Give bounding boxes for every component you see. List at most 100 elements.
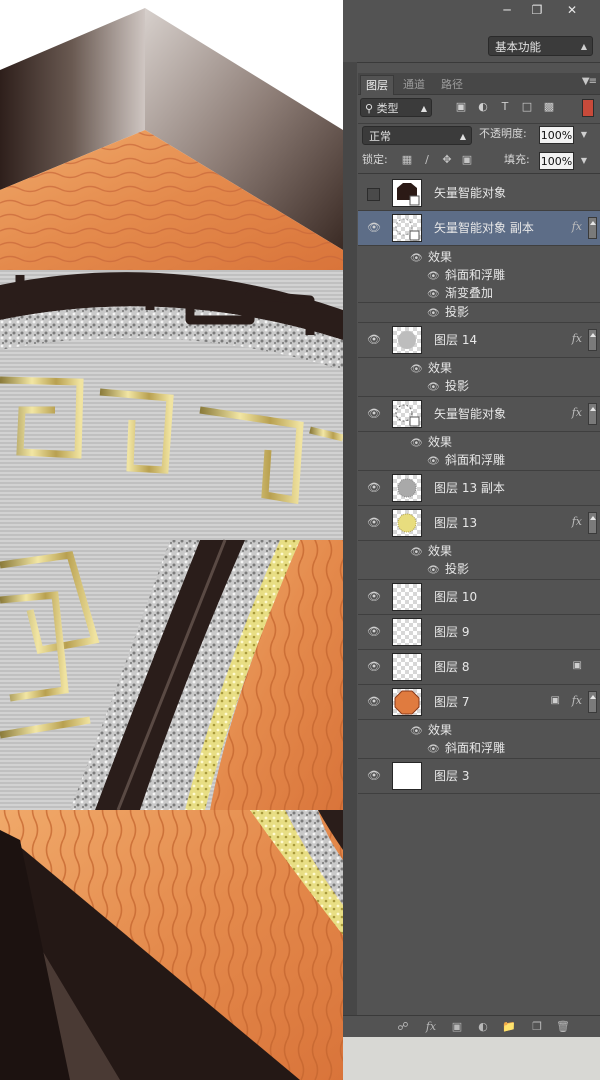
collapse-effects-icon[interactable] xyxy=(588,691,597,713)
collapse-effects-icon[interactable] xyxy=(588,329,597,351)
eye-icon[interactable]: 👁 xyxy=(427,286,441,304)
filter-kind-select[interactable]: ⚲ 类型 ▲ xyxy=(360,98,432,117)
panel-menu-icon[interactable]: ▼≡ xyxy=(582,76,597,87)
fx-icon[interactable]: fx xyxy=(572,694,582,707)
tab-paths[interactable]: 路径 xyxy=(436,75,468,94)
image-filter-icon[interactable]: ▣ xyxy=(454,100,468,114)
collapse-effects-icon[interactable] xyxy=(588,512,597,534)
layer-name[interactable]: 矢量智能对象 xyxy=(434,185,506,201)
type-filter-icon[interactable]: T xyxy=(498,100,512,114)
visibility-toggle[interactable] xyxy=(367,188,380,201)
lock-paint-icon[interactable]: ∕ xyxy=(420,153,434,167)
effect-item[interactable]: 👁 斜面和浮雕 xyxy=(427,739,505,759)
layer-row[interactable]: 矢量智能对象 xyxy=(358,176,600,211)
add-mask-icon[interactable]: ▣ xyxy=(449,1019,465,1035)
tab-channels[interactable]: 通道 xyxy=(398,75,430,94)
fx-icon[interactable]: fx xyxy=(572,515,582,528)
layer-name[interactable]: 矢量智能对象 副本 xyxy=(434,220,534,236)
eye-icon[interactable]: 👁 xyxy=(427,379,441,397)
lock-transparent-icon[interactable]: ▦ xyxy=(400,153,414,167)
restore-icon[interactable]: ❐ xyxy=(523,0,551,20)
layer-row-selected[interactable]: 👁 矢量智能对象 副本 fx xyxy=(358,211,600,246)
layer-row[interactable]: 👁 图层 14 fx xyxy=(358,323,600,358)
eye-icon[interactable]: 👁 xyxy=(367,482,381,494)
document-canvas[interactable] xyxy=(0,0,343,1080)
fx-icon[interactable]: fx xyxy=(572,220,582,233)
layer-row[interactable]: 👁 图层 8 ▣ xyxy=(358,650,600,685)
effect-item[interactable]: 👁 投影 xyxy=(427,560,469,580)
tab-layers[interactable]: 图层 xyxy=(360,75,394,95)
fx-icon[interactable]: fx xyxy=(572,332,582,345)
effects-label-row[interactable]: 👁 效果 xyxy=(410,248,452,268)
lock-move-icon[interactable]: ✥ xyxy=(440,153,454,167)
filter-toggle[interactable] xyxy=(582,99,594,117)
eye-icon[interactable]: 👁 xyxy=(427,453,441,471)
fill-dropdown-icon[interactable]: ▼ xyxy=(577,152,591,170)
layer-name[interactable]: 图层 13 副本 xyxy=(434,480,505,496)
eye-icon[interactable]: 👁 xyxy=(410,544,424,562)
eye-icon[interactable]: 👁 xyxy=(367,408,381,420)
layer-name[interactable]: 图层 9 xyxy=(434,624,469,640)
adjustment-filter-icon[interactable]: ◐ xyxy=(476,100,490,114)
blend-mode-select[interactable]: 正常 ▲ xyxy=(362,126,472,145)
minimize-icon[interactable]: ─ xyxy=(493,0,521,20)
eye-icon[interactable]: 👁 xyxy=(410,250,424,268)
layer-row[interactable]: 👁 图层 7 ▣ fx xyxy=(358,685,600,720)
layer-name[interactable]: 图层 13 xyxy=(434,515,477,531)
eye-icon[interactable]: 👁 xyxy=(410,723,424,741)
eye-icon[interactable]: 👁 xyxy=(427,741,441,759)
new-group-icon[interactable]: 📁 xyxy=(501,1019,517,1035)
effect-item[interactable]: 👁 斜面和浮雕 xyxy=(427,451,505,471)
eye-icon[interactable]: 👁 xyxy=(427,562,441,580)
layer-name[interactable]: 图层 14 xyxy=(434,332,477,348)
layer-name[interactable]: 图层 10 xyxy=(434,589,477,605)
eye-icon[interactable]: 👁 xyxy=(410,435,424,453)
delete-layer-icon[interactable]: 🗑 xyxy=(555,1019,571,1035)
opacity-dropdown-icon[interactable]: ▼ xyxy=(577,126,591,144)
close-icon[interactable]: ✕ xyxy=(558,0,586,20)
layer-row[interactable]: 👁 图层 10 xyxy=(358,580,600,615)
layer-name[interactable]: 图层 3 xyxy=(434,768,469,784)
effects-label-row[interactable]: 👁 效果 xyxy=(410,721,452,741)
eye-icon[interactable]: 👁 xyxy=(367,661,381,673)
smartobject-filter-icon[interactable]: ▩ xyxy=(542,100,556,114)
eye-icon[interactable]: 👁 xyxy=(367,591,381,603)
add-style-icon[interactable]: fx xyxy=(423,1019,439,1035)
eye-icon[interactable]: 👁 xyxy=(367,334,381,346)
effect-row[interactable]: 👁 投影 xyxy=(358,303,600,323)
effects-label-row[interactable]: 👁 效果 xyxy=(410,433,452,453)
link-layers-icon[interactable]: ☍ xyxy=(395,1019,411,1035)
effect-item[interactable]: 👁 投影 xyxy=(427,377,469,397)
effects-label-row[interactable]: 👁 效果 xyxy=(410,542,452,562)
eye-icon[interactable]: 👁 xyxy=(427,305,441,323)
effect-item[interactable]: 👁 投影 xyxy=(427,303,469,323)
eye-icon[interactable]: 👁 xyxy=(367,222,381,234)
eye-icon[interactable]: 👁 xyxy=(367,517,381,529)
layer-name[interactable]: 图层 7 xyxy=(434,694,469,710)
lock-all-icon[interactable]: ▣ xyxy=(460,153,474,167)
effect-item[interactable]: 👁 渐变叠加 xyxy=(427,284,493,304)
layer-row[interactable]: 👁 图层 13 副本 xyxy=(358,471,600,506)
layer-row[interactable]: 👁 图层 13 fx xyxy=(358,506,600,541)
collapse-effects-icon[interactable] xyxy=(588,217,597,239)
layer-row[interactable]: 👁 矢量智能对象 fx xyxy=(358,397,600,432)
layer-row[interactable]: 👁 图层 3 xyxy=(358,759,600,794)
layer-name[interactable]: 图层 8 xyxy=(434,659,469,675)
collapse-effects-icon[interactable] xyxy=(588,403,597,425)
fill-input[interactable]: 100% xyxy=(539,152,574,170)
layer-name[interactable]: 矢量智能对象 xyxy=(434,406,506,422)
eye-icon[interactable]: 👁 xyxy=(410,361,424,379)
effects-label-row[interactable]: 👁 效果 xyxy=(410,359,452,379)
opacity-input[interactable]: 100% xyxy=(539,126,574,144)
layer-row[interactable]: 👁 图层 9 xyxy=(358,615,600,650)
new-layer-icon[interactable]: ❐ xyxy=(529,1019,545,1035)
shape-filter-icon[interactable]: □ xyxy=(520,100,534,114)
effect-item[interactable]: 👁 斜面和浮雕 xyxy=(427,266,505,286)
eye-icon[interactable]: 👁 xyxy=(367,770,381,782)
layer-thumbnail xyxy=(392,326,422,354)
adjustment-layer-icon[interactable]: ◐ xyxy=(475,1019,491,1035)
fx-icon[interactable]: fx xyxy=(572,406,582,419)
eye-icon[interactable]: 👁 xyxy=(367,696,381,708)
eye-icon[interactable]: 👁 xyxy=(367,626,381,638)
workspace-select[interactable]: 基本功能 ▲ xyxy=(488,36,593,56)
